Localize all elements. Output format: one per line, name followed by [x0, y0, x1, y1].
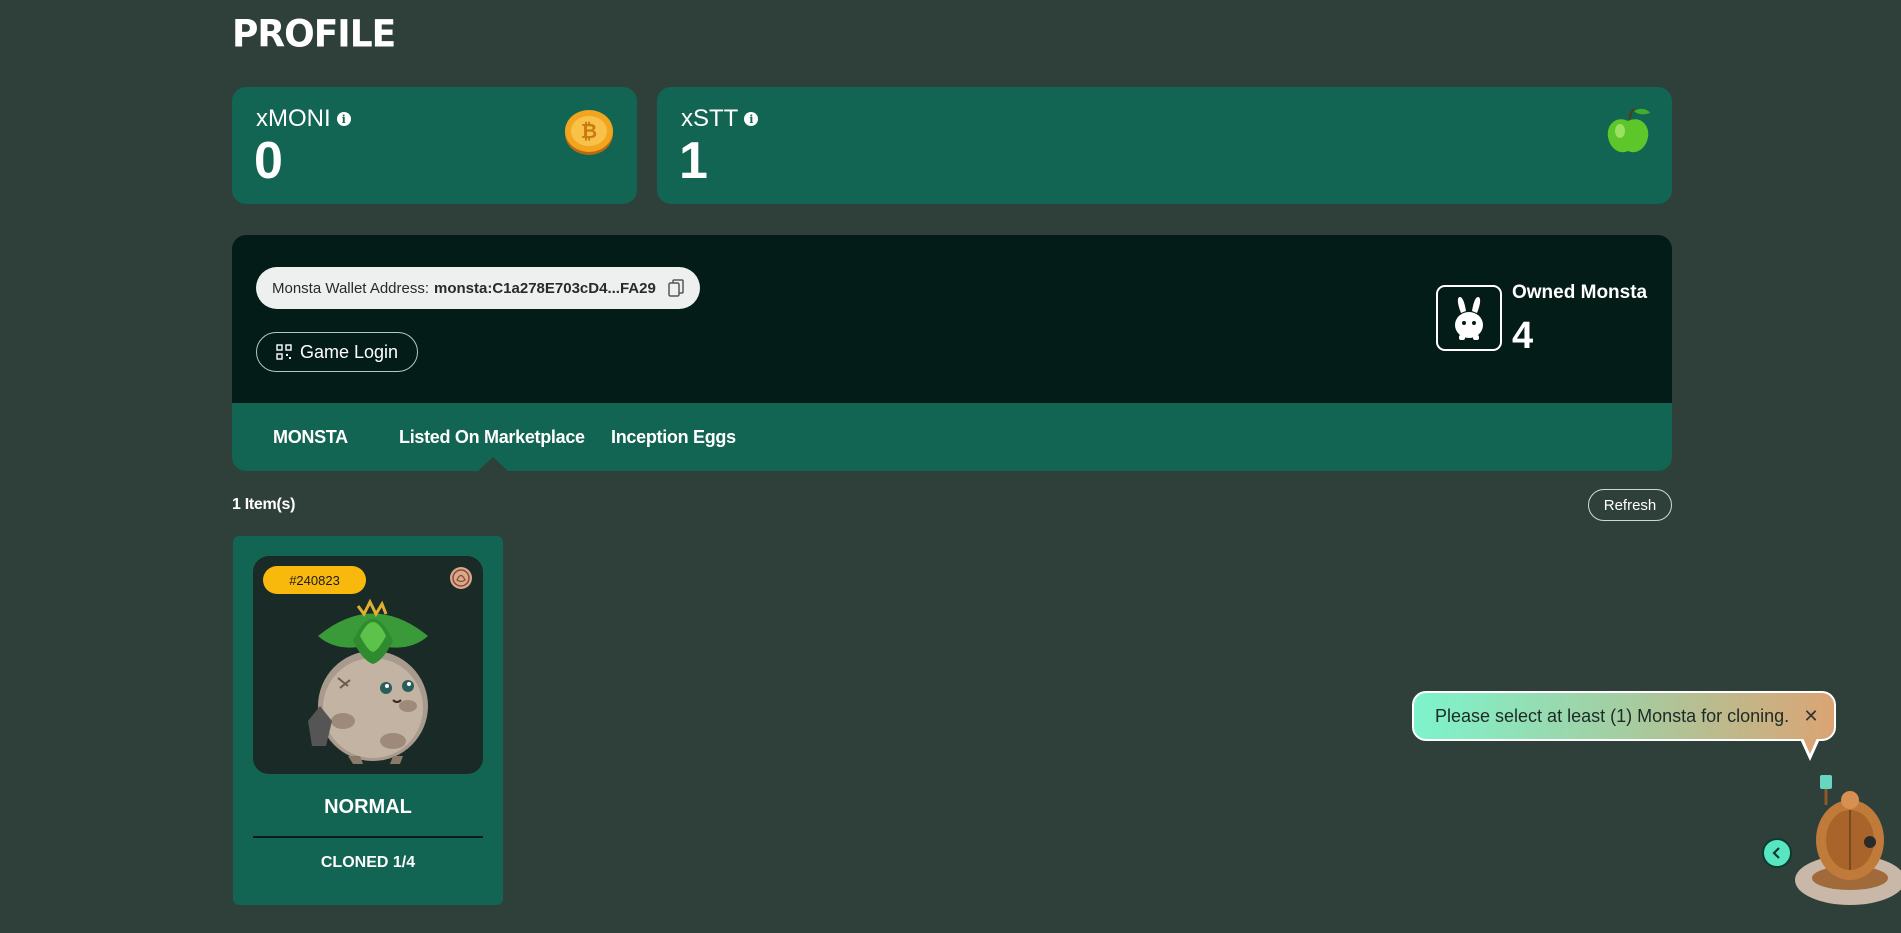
- bunny-icon: [1455, 297, 1483, 340]
- xstt-label-row: xSTT i: [681, 105, 759, 133]
- info-icon[interactable]: i: [744, 112, 759, 126]
- chevron-left-glyph: [1772, 847, 1780, 859]
- close-icon[interactable]: ✕: [1802, 707, 1820, 725]
- xmoni-card: xMONI i 0 ₿: [232, 87, 637, 204]
- game-login-button[interactable]: Game Login: [256, 332, 418, 372]
- refresh-button[interactable]: Refresh: [1588, 489, 1672, 521]
- xmoni-value: 0: [254, 132, 283, 190]
- xmoni-label-row: xMONI i: [256, 105, 351, 133]
- monsta-cloned-count: CLONED 1/4: [320, 854, 416, 871]
- monsta-rarity: NORMAL: [324, 796, 412, 818]
- owned-monsta-value: 4: [1512, 315, 1534, 357]
- toast-tail-inner: [1803, 738, 1817, 754]
- owned-monsta-label: Owned Monsta: [1512, 282, 1648, 303]
- wallet-address-value: monsta:C1a278E703cD4...FA29: [434, 279, 656, 297]
- apple-icon: [1607, 108, 1650, 153]
- monsta-card[interactable]: #240823 NORMAL CLONED 1/4: [233, 536, 503, 905]
- tab-inception-eggs[interactable]: Inception Eggs: [611, 427, 736, 448]
- active-tab-indicator: [478, 457, 508, 471]
- wallet-panel: Monsta Wallet Address: monsta:C1a278E703…: [232, 235, 1672, 403]
- tab-monsta[interactable]: MONSTA: [273, 427, 348, 448]
- xmoni-label: xMONI: [256, 105, 331, 132]
- info-icon[interactable]: i: [336, 112, 351, 126]
- monsta-image-frame: #240823: [253, 556, 483, 774]
- coin-icon: ₿: [565, 110, 613, 155]
- wallet-address-pill: Monsta Wallet Address: monsta:C1a278E703…: [256, 267, 700, 309]
- svg-text:₿: ₿: [581, 119, 597, 143]
- mascot-character-image: [1795, 775, 1901, 905]
- tab-listed-on-marketplace[interactable]: Listed On Marketplace: [399, 427, 585, 448]
- toast-text: Please select at least (1) Monsta for cl…: [1435, 705, 1790, 726]
- copy-icon[interactable]: [668, 279, 684, 297]
- wallet-address-label: Monsta Wallet Address:: [272, 279, 430, 297]
- toast-message: Please select at least (1) Monsta for cl…: [1412, 691, 1836, 741]
- items-count: 1 Item(s): [232, 496, 296, 513]
- xstt-value: 1: [679, 132, 708, 190]
- chevron-left-icon[interactable]: [1762, 838, 1792, 868]
- element-icon: [450, 567, 472, 589]
- game-login-label: Game Login: [299, 341, 399, 362]
- xstt-card: xSTT i 1: [657, 87, 1672, 204]
- xstt-label: xSTT: [681, 105, 739, 132]
- tabs-bar: MONSTA Listed On Marketplace Inception E…: [232, 403, 1672, 471]
- monsta-creature-image: [308, 598, 428, 764]
- monsta-id-badge: #240823: [263, 566, 366, 594]
- card-divider: [253, 836, 483, 838]
- qr-code-icon: [276, 344, 292, 360]
- page-title: PROFILE: [232, 12, 396, 57]
- monsta-avatar-icon: [1436, 285, 1502, 351]
